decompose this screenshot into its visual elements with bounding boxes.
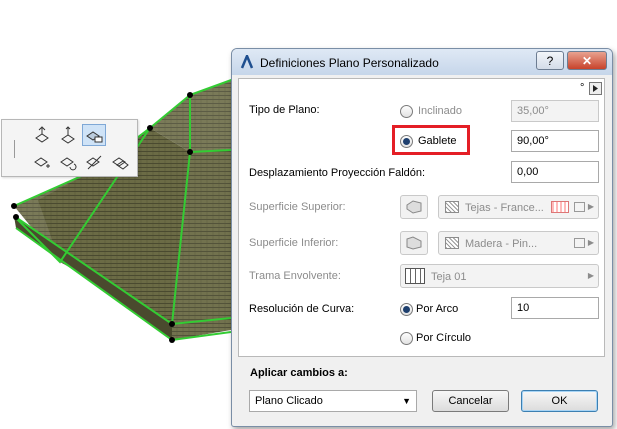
popup-arrow-icon: ▶	[587, 271, 594, 280]
rotate-icon[interactable]	[30, 124, 54, 146]
custom-plane-settings-dialog: Definiciones Plano Personalizado ? ✕ ° T…	[231, 48, 613, 427]
picture-icon	[574, 238, 585, 248]
move-icon[interactable]	[30, 151, 54, 173]
por-arco-field[interactable]: 10	[511, 297, 599, 319]
dialog-title: Definiciones Plano Personalizado	[260, 56, 439, 70]
radio-gablete[interactable]	[400, 135, 413, 148]
close-button[interactable]: ✕	[567, 51, 607, 70]
surface-top-button	[400, 195, 428, 219]
superficie-superior-value: Tejas - France...	[465, 202, 544, 214]
title-bar[interactable]: Definiciones Plano Personalizado ? ✕	[232, 49, 612, 75]
material-link-icon	[551, 201, 569, 213]
superficie-inferior-label: Superficie Inferior:	[249, 237, 339, 249]
offset-icon[interactable]	[56, 124, 80, 146]
inclinado-angle-field: 35,00°	[511, 100, 599, 122]
apply-to-value: Plano Clicado	[255, 395, 323, 407]
palette-divider	[14, 140, 15, 158]
trama-label: Trama Envolvente:	[249, 270, 341, 282]
fill-pattern-icon	[405, 268, 425, 284]
tipo-plano-label: Tipo de Plano:	[249, 104, 320, 116]
archicad-logo-icon	[240, 55, 254, 69]
trama-popup: Teja 01 ▶	[400, 264, 599, 288]
custom-plane-icon[interactable]	[82, 124, 106, 146]
degree-symbol: °	[580, 82, 585, 94]
pet-palette	[1, 119, 138, 177]
superficie-superior-label: Superficie Superior:	[249, 201, 346, 213]
superficie-inferior-value: Madera - Pin...	[465, 238, 538, 250]
play-arrow-icon	[593, 85, 598, 92]
surface-bottom-button	[400, 231, 428, 255]
popup-arrow-icon: ▶	[587, 238, 594, 247]
material-swatch-icon	[445, 201, 459, 213]
superficie-inferior-popup: Madera - Pin... ▶	[438, 231, 599, 255]
material-swatch-icon	[445, 237, 459, 249]
popup-arrow-icon: ▶	[587, 202, 594, 211]
desplazamiento-label: Desplazamiento Proyección Faldón:	[249, 167, 426, 179]
apply-changes-label: Aplicar cambios a:	[250, 367, 348, 379]
radio-por-arco[interactable]	[400, 303, 413, 316]
resolucion-label: Resolución de Curva:	[249, 303, 355, 315]
trama-value: Teja 01	[431, 271, 467, 283]
help-button[interactable]: ?	[536, 51, 564, 70]
dropdown-arrow-icon: ▼	[402, 396, 411, 406]
desplazamiento-field[interactable]: 0,00	[511, 161, 599, 183]
surface-top-icon	[406, 200, 422, 214]
canvas: Definiciones Plano Personalizado ? ✕ ° T…	[0, 0, 617, 429]
expand-arrow-button[interactable]	[589, 82, 602, 95]
settings-panel: ° Tipo de Plano: Inclinado 35,00° Gablet…	[238, 78, 605, 357]
multiply-icon[interactable]	[108, 151, 132, 173]
radio-por-circulo[interactable]	[400, 332, 413, 345]
surface-bottom-icon	[406, 236, 422, 250]
gablete-angle-field[interactable]: 90,00°	[511, 130, 599, 152]
por-circulo-label[interactable]: Por Círculo	[416, 332, 471, 344]
inclinado-label[interactable]: Inclinado	[418, 105, 462, 117]
picture-icon	[574, 202, 585, 212]
apply-to-dropdown[interactable]: Plano Clicado ▼	[249, 390, 417, 412]
split-icon[interactable]	[82, 151, 106, 173]
superficie-superior-popup: Tejas - France... ▶	[438, 195, 599, 219]
radio-inclinado[interactable]	[400, 105, 413, 118]
cancel-button[interactable]: Cancelar	[432, 390, 509, 412]
por-arco-label[interactable]: Por Arco	[416, 303, 458, 315]
ok-button[interactable]: OK	[521, 390, 598, 412]
rotate-copy-icon[interactable]	[56, 151, 80, 173]
gablete-label[interactable]: Gablete	[418, 135, 457, 147]
